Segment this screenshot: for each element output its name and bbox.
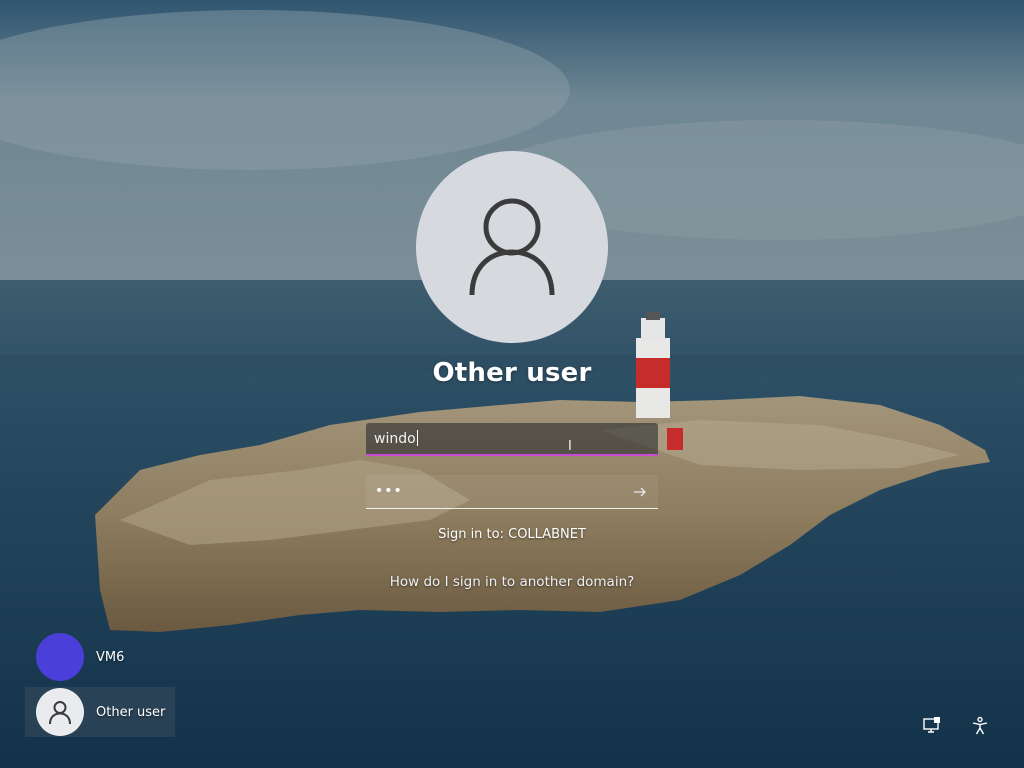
accessibility-icon	[972, 716, 988, 735]
sign-in-domain-text: Sign in to: COLLABNET	[438, 527, 586, 542]
person-icon	[469, 198, 555, 296]
user-tile-other-user[interactable]: Other user	[25, 687, 175, 737]
lock-screen: Other user windo I ••• Sign in to: COLLA…	[0, 0, 1024, 768]
username-input[interactable]: windo	[366, 423, 658, 456]
text-cursor-icon: I	[568, 439, 572, 454]
user-tile-label: VM6	[96, 649, 125, 665]
user-avatar	[416, 151, 608, 343]
submit-button[interactable]	[630, 482, 650, 502]
text-caret	[416, 430, 418, 446]
arrow-right-icon	[634, 487, 646, 497]
person-icon	[53, 646, 67, 660]
user-avatar-vm6	[36, 633, 84, 681]
network-button[interactable]	[920, 714, 944, 738]
other-domain-link[interactable]: How do I sign in to another domain?	[312, 574, 712, 590]
person-icon	[49, 701, 71, 725]
username-title: Other user	[432, 358, 592, 388]
password-mask: •••	[375, 483, 403, 499]
user-tile-vm6[interactable]: VM6	[25, 632, 175, 682]
username-input-value: windo	[374, 430, 418, 447]
accessibility-button[interactable]	[968, 714, 992, 738]
user-avatar-other	[36, 688, 84, 736]
password-input[interactable]: •••	[366, 475, 658, 509]
user-tile-label: Other user	[96, 704, 166, 720]
network-icon	[923, 717, 940, 733]
